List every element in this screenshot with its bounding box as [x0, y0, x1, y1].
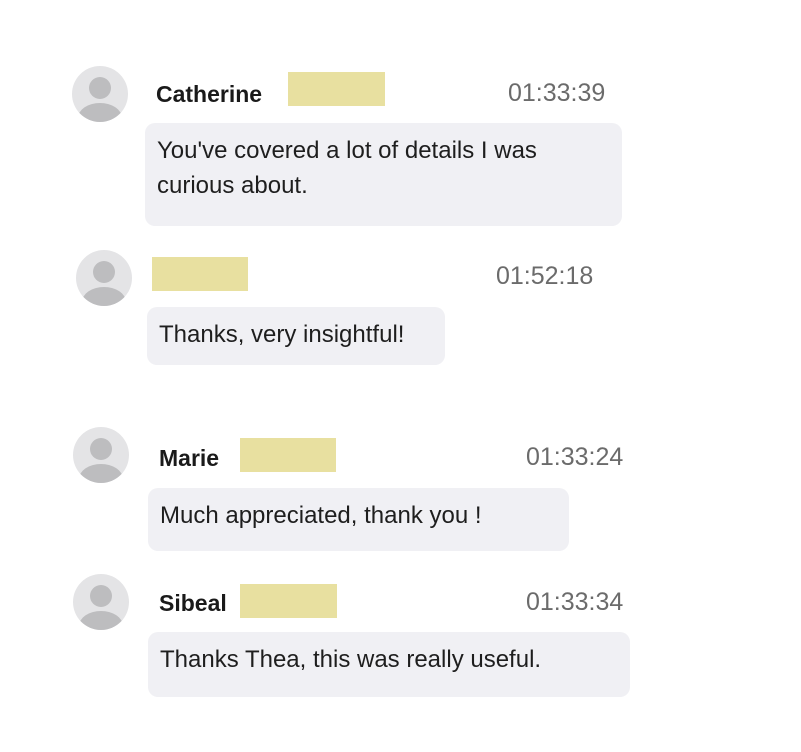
user-avatar-icon	[76, 250, 132, 306]
sender-name: Marie	[159, 445, 220, 471]
redacted-surname	[240, 584, 337, 618]
message-timestamp: 01:33:39	[508, 79, 606, 107]
message-bubble: Thanks, very insightful!	[147, 307, 445, 365]
message-bubble: You've covered a lot of details I was cu…	[145, 123, 622, 226]
redacted-name	[152, 257, 248, 291]
message-bubble: Much appreciated, thank you !	[148, 488, 569, 551]
sender-name: Catherine	[156, 81, 263, 107]
message-timestamp: 01:33:24	[526, 443, 624, 471]
message-bubble: Thanks Thea, this was really useful.	[148, 632, 630, 697]
user-avatar-icon	[73, 427, 129, 483]
redacted-surname	[288, 72, 385, 106]
user-avatar-icon	[73, 574, 129, 630]
message-timestamp: 01:52:18	[496, 262, 594, 290]
message-timestamp: 01:33:34	[526, 588, 624, 616]
sender-name: Sibeal	[159, 590, 227, 616]
redacted-surname	[240, 438, 336, 472]
user-avatar-icon	[72, 66, 128, 122]
chat-transcript: Catherine 01:33:39 You've covered a lot …	[0, 0, 801, 752]
